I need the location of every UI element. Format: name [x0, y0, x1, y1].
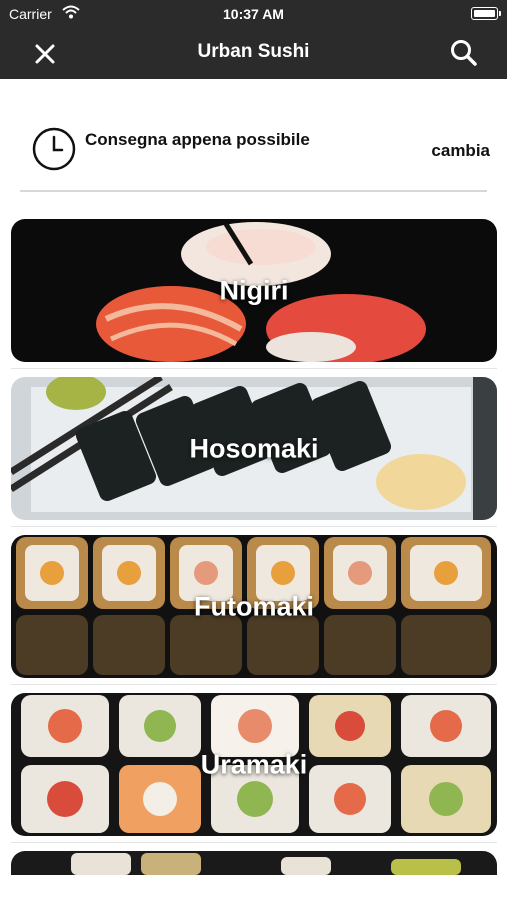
category-label: Hosomaki [189, 433, 319, 463]
change-delivery-button[interactable]: cambia [431, 141, 490, 161]
category-nigiri[interactable]: Nigiri [11, 219, 497, 362]
divider [11, 526, 497, 527]
delivery-label: Consegna appena possibile [85, 130, 310, 149]
clock-icon [32, 127, 76, 171]
divider [11, 842, 497, 843]
category-image [11, 851, 497, 875]
clock-time: 10:37 AM [223, 6, 284, 22]
divider [11, 368, 497, 369]
category-partial[interactable] [11, 851, 497, 875]
nav-bar: Urban Sushi [0, 28, 507, 79]
battery-icon [471, 7, 501, 20]
page-title: Urban Sushi [197, 41, 310, 62]
category-futomaki[interactable]: Futomaki [11, 535, 497, 678]
delivery-time-row: Consegna appena possibile cambia [20, 115, 490, 190]
divider [11, 684, 497, 685]
category-label: Futomaki [193, 591, 314, 621]
divider [20, 190, 487, 192]
category-label: Nigiri [219, 275, 289, 305]
category-uramaki[interactable]: Uramaki [11, 693, 497, 836]
category-hosomaki[interactable]: Hosomaki [11, 377, 497, 520]
search-icon[interactable] [447, 36, 481, 70]
category-label: Uramaki [200, 749, 308, 779]
status-bar: Carrier 10:37 AM [0, 0, 507, 28]
